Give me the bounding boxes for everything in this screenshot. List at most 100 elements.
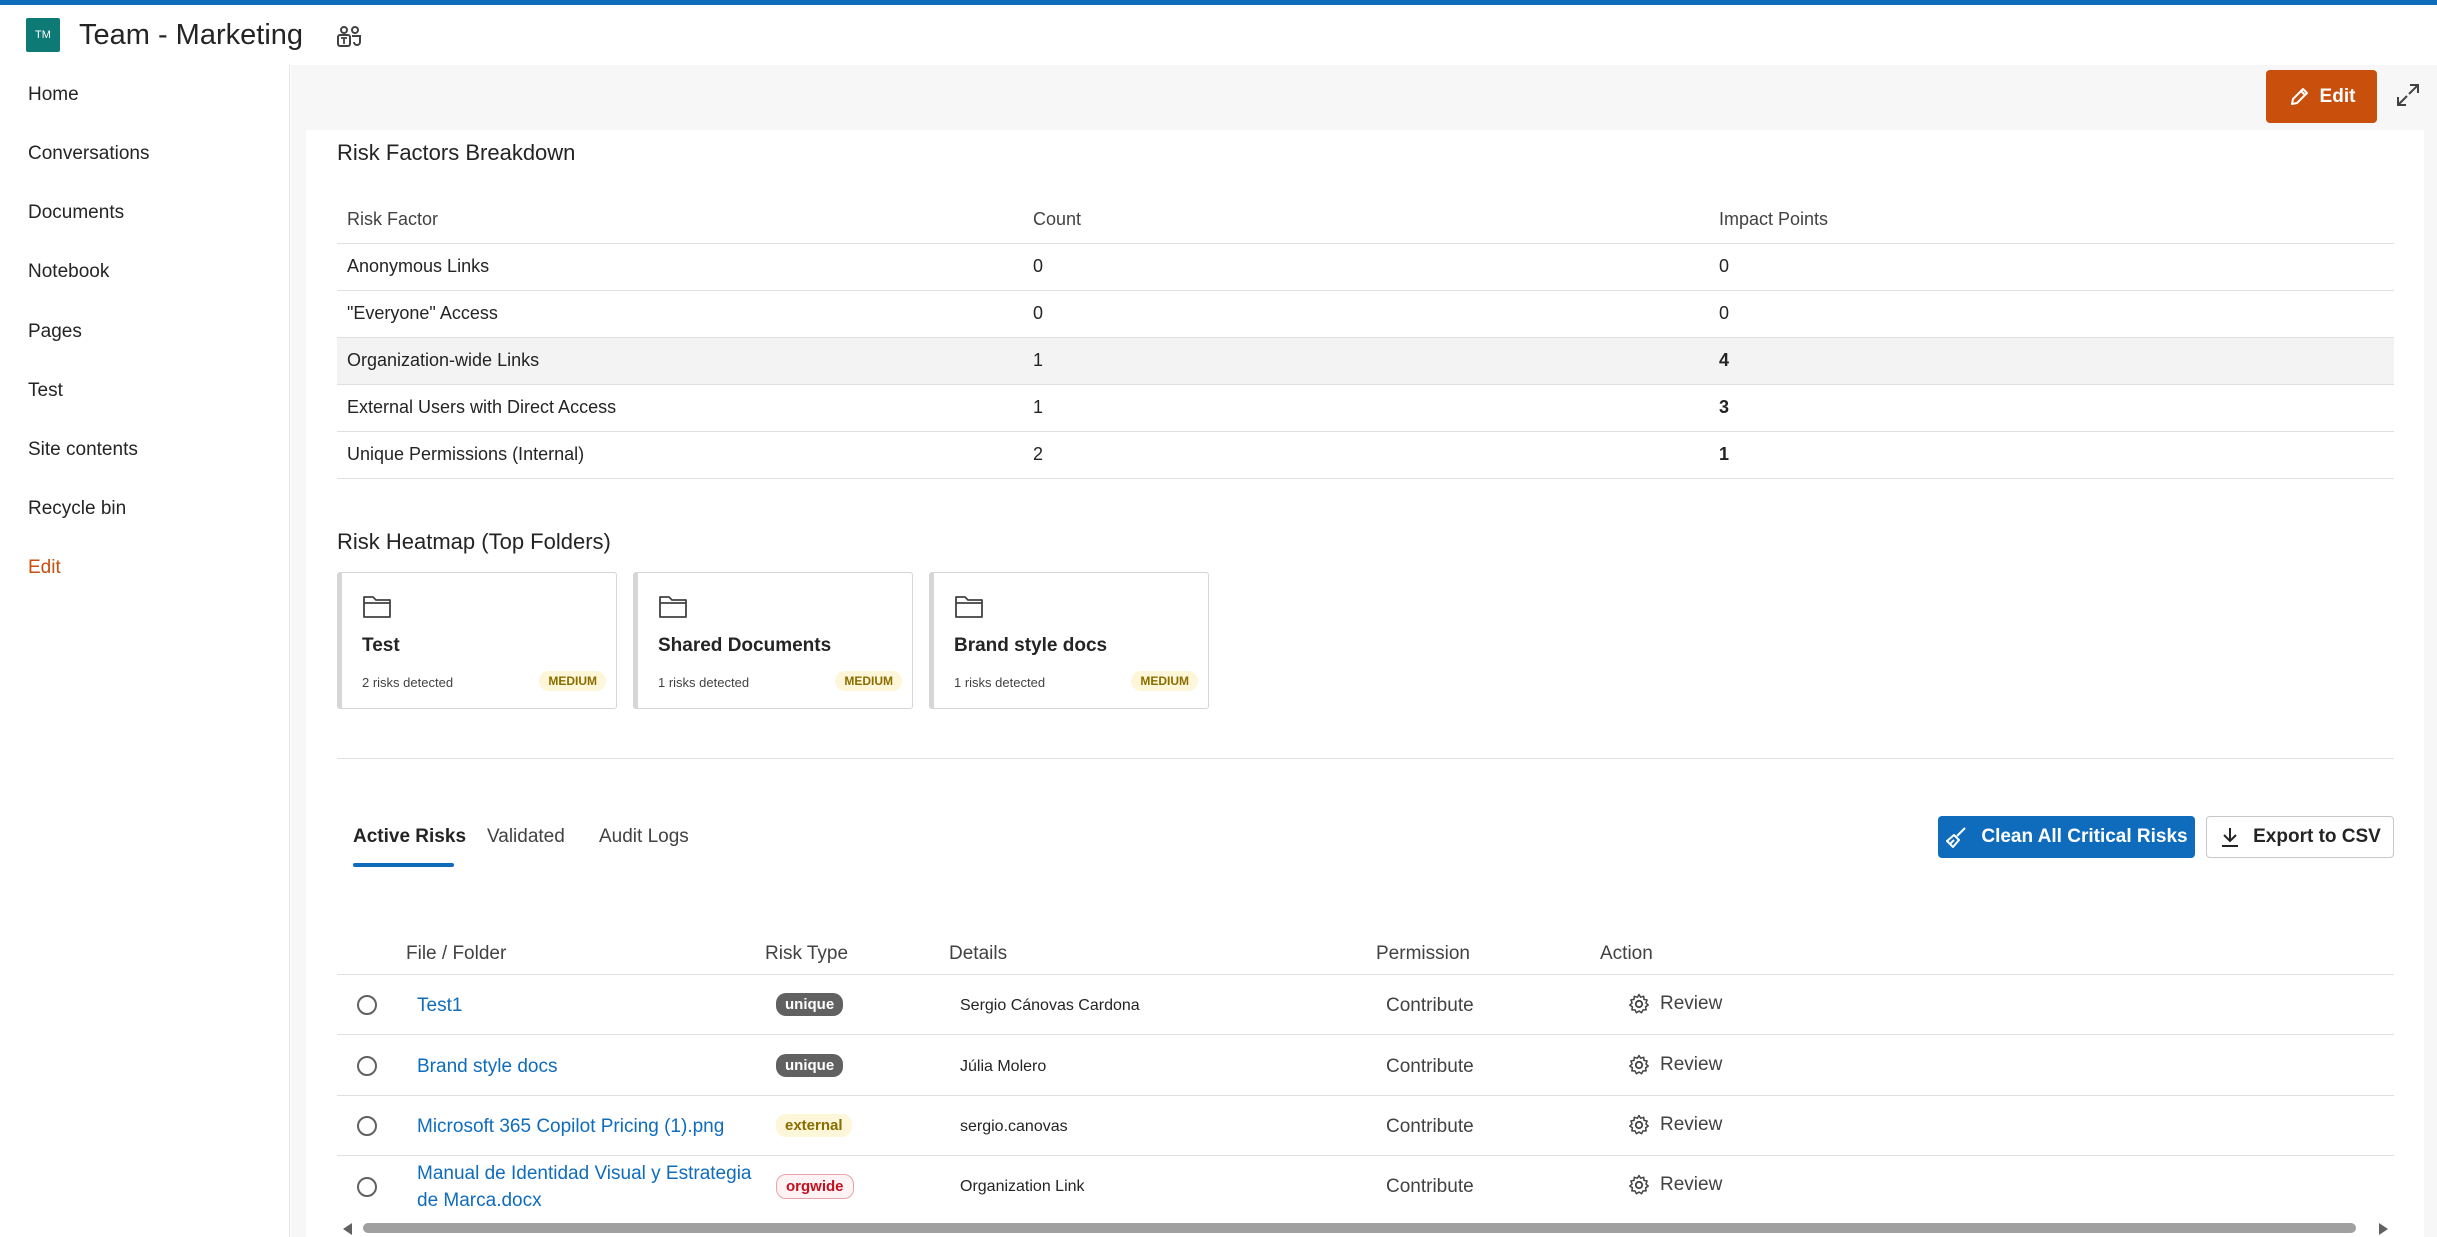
nav-notebook[interactable]: Notebook	[28, 261, 109, 283]
site-logo[interactable]: TM	[26, 18, 60, 52]
edit-button-label: Edit	[2319, 85, 2356, 107]
heatmap-card-brand-style-docs[interactable]: Brand style docs 1 risks detected MEDIUM	[929, 572, 1209, 709]
tab-audit-logs[interactable]: Audit Logs	[599, 826, 689, 848]
impact-cell: 0	[1709, 290, 2394, 338]
row-select-radio[interactable]	[357, 1116, 377, 1136]
permission-cell: Contribute	[1386, 1056, 1474, 1077]
risk-factor-cell: Organization-wide Links	[337, 337, 1023, 385]
teams-icon[interactable]	[336, 25, 364, 49]
grid-divider	[337, 1034, 2394, 1035]
tab-active-risks[interactable]: Active Risks	[353, 826, 466, 848]
impact-cell: 1	[1709, 431, 2394, 479]
nav-site-contents[interactable]: Site contents	[28, 439, 138, 461]
review-action[interactable]: Review	[1628, 1054, 1722, 1076]
risk-type-badge: unique	[776, 1054, 844, 1077]
file-link[interactable]: Brand style docs	[417, 1053, 757, 1080]
file-link[interactable]: Manual de Identidad Visual y Estrategia …	[417, 1160, 757, 1214]
expand-icon[interactable]	[2395, 82, 2421, 108]
column-header-permission[interactable]: Permission	[1376, 943, 1470, 965]
grid-divider	[337, 1155, 2394, 1156]
review-label: Review	[1660, 1054, 1723, 1075]
file-link[interactable]: Microsoft 365 Copilot Pricing (1).png	[417, 1113, 757, 1140]
export-button-label: Export to CSV	[2253, 826, 2381, 847]
download-icon	[2222, 828, 2239, 847]
review-label: Review	[1660, 1174, 1723, 1195]
site-title[interactable]: Team - Marketing	[79, 18, 303, 52]
gear-icon	[1629, 1054, 1649, 1075]
site-navigation: Home Conversations Documents Notebook Pa…	[0, 65, 290, 1237]
review-label: Review	[1660, 1114, 1723, 1135]
review-label: Review	[1660, 993, 1723, 1014]
nav-documents[interactable]: Documents	[28, 202, 124, 224]
risk-type-badge: orgwide	[776, 1174, 854, 1199]
impact-cell: 0	[1709, 243, 2394, 291]
permission-cell: Contribute	[1386, 1116, 1474, 1137]
column-header-count: Count	[1023, 196, 1709, 244]
row-select-radio[interactable]	[357, 995, 377, 1015]
details-cell: Júlia Molero	[960, 1058, 1047, 1075]
count-cell: 0	[1023, 290, 1709, 338]
details-cell: Organization Link	[960, 1178, 1085, 1195]
edit-page-button[interactable]: Edit	[2266, 70, 2377, 123]
scroll-right-icon[interactable]	[2379, 1223, 2388, 1235]
table-row: Anonymous Links 0 0	[337, 243, 2394, 291]
row-select-radio[interactable]	[357, 1177, 377, 1197]
nav-pages[interactable]: Pages	[28, 321, 82, 343]
heatmap-card-test[interactable]: Test 2 risks detected MEDIUM	[337, 572, 617, 709]
file-link[interactable]: Test1	[417, 992, 757, 1019]
table-row: External Users with Direct Access 1 3	[337, 384, 2394, 432]
column-header-details[interactable]: Details	[949, 943, 1007, 965]
column-header-risk-factor: Risk Factor	[337, 196, 1023, 244]
table-row: "Everyone" Access 0 0	[337, 290, 2394, 338]
review-action[interactable]: Review	[1628, 1174, 1722, 1196]
heatmap-card-shared-documents[interactable]: Shared Documents 1 risks detected MEDIUM	[633, 572, 913, 709]
details-cell: Sergio Cánovas Cardona	[960, 997, 1140, 1014]
risk-type-badge: unique	[776, 993, 844, 1016]
column-header-action[interactable]: Action	[1600, 943, 1653, 965]
scrollbar-thumb[interactable]	[363, 1223, 2356, 1233]
folder-icon	[955, 596, 983, 618]
column-header-file[interactable]: File / Folder	[406, 943, 506, 965]
permission-cell: Contribute	[1386, 995, 1474, 1016]
severity-badge: MEDIUM	[539, 671, 606, 691]
risk-factor-cell: External Users with Direct Access	[337, 384, 1023, 432]
severity-badge: MEDIUM	[1131, 671, 1198, 691]
tab-validated[interactable]: Validated	[487, 826, 565, 848]
row-select-radio[interactable]	[357, 1056, 377, 1076]
count-cell: 0	[1023, 243, 1709, 291]
active-tab-indicator	[353, 863, 454, 867]
risk-count: 1 risks detected	[954, 675, 1046, 690]
folder-name: Shared Documents	[658, 635, 832, 656]
nav-recycle-bin[interactable]: Recycle bin	[28, 498, 126, 520]
gear-icon	[1629, 993, 1649, 1014]
clean-all-critical-risks-button[interactable]: Clean All Critical Risks	[1938, 816, 2195, 858]
review-action[interactable]: Review	[1628, 993, 1722, 1015]
details-cell: sergio.canovas	[960, 1118, 1068, 1135]
review-action[interactable]: Review	[1628, 1114, 1722, 1136]
scroll-left-icon[interactable]	[343, 1223, 352, 1235]
count-cell: 2	[1023, 431, 1709, 479]
horizontal-scrollbar[interactable]	[337, 1219, 2394, 1237]
folder-name: Brand style docs	[954, 635, 1108, 656]
nav-edit-link[interactable]: Edit	[28, 557, 61, 579]
count-cell: 1	[1023, 384, 1709, 432]
severity-badge: MEDIUM	[835, 671, 902, 691]
risk-factor-cell: Unique Permissions (Internal)	[337, 431, 1023, 479]
impact-cell: 4	[1709, 337, 2394, 385]
grid-divider	[337, 974, 2394, 975]
grid-divider	[337, 1095, 2394, 1096]
column-header-impact: Impact Points	[1709, 196, 2394, 244]
pencil-icon	[2290, 87, 2308, 105]
gear-icon	[1629, 1114, 1649, 1135]
gear-icon	[1629, 1174, 1649, 1195]
export-csv-button[interactable]: Export to CSV	[2206, 816, 2394, 858]
nav-test[interactable]: Test	[28, 380, 63, 402]
folder-icon	[659, 596, 687, 618]
nav-conversations[interactable]: Conversations	[28, 143, 149, 165]
folder-icon	[363, 596, 391, 618]
column-header-risk-type[interactable]: Risk Type	[765, 943, 848, 965]
nav-home[interactable]: Home	[28, 84, 79, 106]
heatmap-title: Risk Heatmap (Top Folders)	[337, 529, 611, 554]
count-cell: 1	[1023, 337, 1709, 385]
risk-factors-table: Risk Factor Count Impact Points Anonymou…	[337, 196, 2394, 479]
